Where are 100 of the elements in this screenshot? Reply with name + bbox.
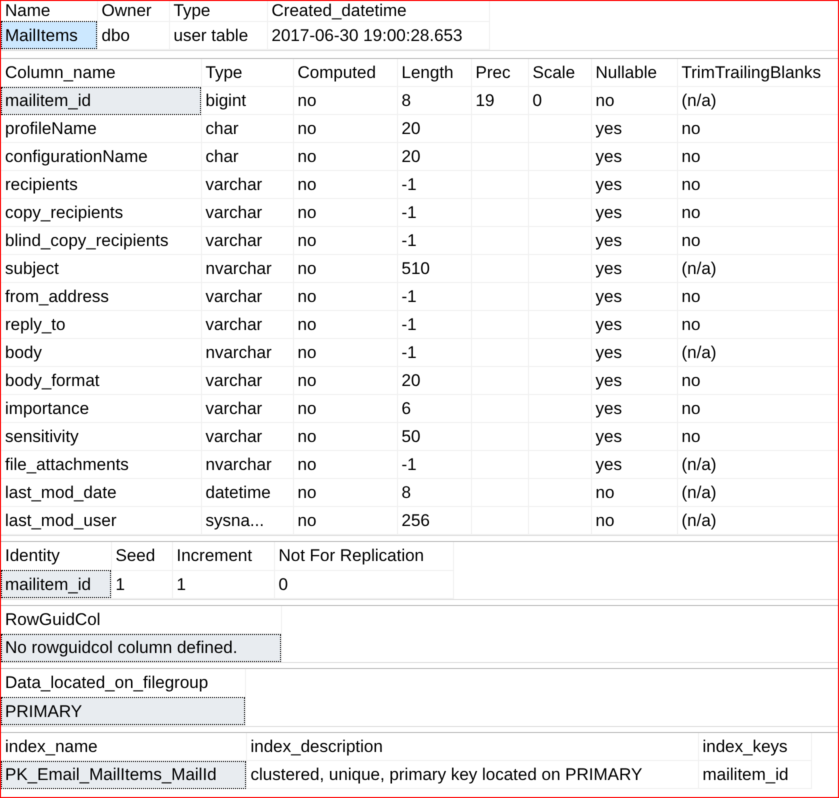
table-cell[interactable]: varchar (201, 198, 293, 226)
table-cell[interactable]: no (293, 338, 397, 366)
table-cell[interactable]: -1 (397, 170, 471, 198)
table-cell[interactable]: nvarchar (201, 450, 293, 478)
table-cell[interactable]: mailitem_id (1, 570, 111, 598)
table-cell[interactable]: varchar (201, 366, 293, 394)
table-cell[interactable]: yes (591, 310, 677, 338)
table-cell[interactable]: copy_recipients (1, 198, 201, 226)
table-cell[interactable]: yes (591, 170, 677, 198)
table-cell[interactable]: bigint (201, 86, 293, 114)
table-cell[interactable]: no (293, 142, 397, 170)
pane-splitter[interactable] (1, 50, 838, 58)
table-cell[interactable]: yes (591, 254, 677, 282)
table-cell[interactable]: no (293, 478, 397, 506)
table-cell[interactable]: no (293, 114, 397, 142)
table-cell[interactable]: configurationName (1, 142, 201, 170)
table-cell[interactable]: reply_to (1, 310, 201, 338)
table-cell[interactable]: no (591, 478, 677, 506)
table-cell[interactable]: no (677, 310, 838, 338)
table-cell[interactable]: yes (591, 394, 677, 422)
table-cell[interactable]: No rowguidcol column defined. (1, 634, 281, 662)
table-cell[interactable]: last_mod_date (1, 478, 201, 506)
table-cell[interactable]: importance (1, 394, 201, 422)
table-cell[interactable]: no (677, 394, 838, 422)
table-cell[interactable]: varchar (201, 310, 293, 338)
table-cell[interactable]: clustered, unique, primary key located on PRIMARY (246, 760, 698, 788)
table-cell[interactable]: profileName (1, 114, 201, 142)
table-cell[interactable]: 0 (274, 570, 453, 598)
table-cell[interactable]: 8 (397, 478, 471, 506)
pane-splitter[interactable] (1, 726, 838, 732)
table-cell[interactable]: (n/a) (677, 478, 838, 506)
table-cell[interactable]: yes (591, 142, 677, 170)
table-cell[interactable]: 20 (397, 114, 471, 142)
table-cell[interactable]: (n/a) (677, 338, 838, 366)
table-cell[interactable]: no (677, 170, 838, 198)
table-cell[interactable]: 510 (397, 254, 471, 282)
table-cell[interactable]: no (293, 394, 397, 422)
table-cell[interactable]: yes (591, 282, 677, 310)
table-cell[interactable]: yes (591, 450, 677, 478)
table-cell[interactable]: from_address (1, 282, 201, 310)
table-cell[interactable]: yes (591, 114, 677, 142)
table-cell[interactable]: yes (591, 198, 677, 226)
table-cell[interactable]: char (201, 114, 293, 142)
table-cell[interactable]: no (293, 422, 397, 450)
table-cell[interactable]: yes (591, 338, 677, 366)
table-cell[interactable]: no (293, 170, 397, 198)
pane-splitter[interactable] (1, 598, 838, 606)
table-cell[interactable]: PK_Email_MailItems_MailId (1, 760, 246, 788)
table-cell[interactable]: PRIMARY (1, 697, 245, 725)
table-cell[interactable]: body_format (1, 366, 201, 394)
table-cell[interactable]: 20 (397, 142, 471, 170)
table-cell[interactable]: nvarchar (201, 338, 293, 366)
table-cell[interactable]: 1 (172, 570, 274, 598)
table-cell[interactable]: varchar (201, 394, 293, 422)
table-cell[interactable]: -1 (397, 338, 471, 366)
table-cell[interactable]: no (293, 198, 397, 226)
table-cell[interactable]: recipients (1, 170, 201, 198)
table-cell[interactable]: 19 (471, 86, 528, 114)
table-cell[interactable]: 20 (397, 366, 471, 394)
table-cell[interactable]: user table (169, 21, 267, 49)
table-cell[interactable]: MailItems (1, 21, 97, 49)
table-cell[interactable]: no (677, 114, 838, 142)
table-cell[interactable]: body (1, 338, 201, 366)
table-cell[interactable]: no (677, 226, 838, 254)
table-cell[interactable]: subject (1, 254, 201, 282)
table-cell[interactable]: varchar (201, 170, 293, 198)
table-cell[interactable]: yes (591, 366, 677, 394)
table-cell[interactable]: yes (591, 422, 677, 450)
table-cell[interactable]: mailitem_id (1, 86, 201, 114)
table-cell[interactable]: no (677, 198, 838, 226)
table-cell[interactable]: varchar (201, 282, 293, 310)
table-cell[interactable]: -1 (397, 226, 471, 254)
table-cell[interactable]: (n/a) (677, 86, 838, 114)
table-cell[interactable]: no (293, 254, 397, 282)
table-cell[interactable]: yes (591, 226, 677, 254)
pane-splitter[interactable] (1, 662, 838, 669)
table-cell[interactable]: no (677, 142, 838, 170)
table-cell[interactable]: -1 (397, 282, 471, 310)
table-cell[interactable]: char (201, 142, 293, 170)
table-cell[interactable]: no (293, 86, 397, 114)
table-cell[interactable]: file_attachments (1, 450, 201, 478)
table-cell[interactable]: -1 (397, 310, 471, 338)
table-cell[interactable]: nvarchar (201, 254, 293, 282)
table-cell[interactable]: varchar (201, 226, 293, 254)
table-cell[interactable]: 2017-06-30 19:00:28.653 (267, 21, 489, 49)
table-cell[interactable]: -1 (397, 450, 471, 478)
table-cell[interactable]: mailitem_id (698, 760, 811, 788)
table-cell[interactable]: -1 (397, 198, 471, 226)
table-cell[interactable]: 0 (528, 86, 591, 114)
table-cell[interactable]: no (591, 86, 677, 114)
pane-splitter[interactable] (1, 535, 838, 542)
table-cell[interactable]: no (677, 422, 838, 450)
table-cell[interactable]: varchar (201, 422, 293, 450)
table-cell[interactable]: (n/a) (677, 450, 838, 478)
table-cell[interactable]: no (677, 282, 838, 310)
table-cell[interactable]: no (293, 450, 397, 478)
table-cell[interactable]: sensitivity (1, 422, 201, 450)
table-cell[interactable]: 8 (397, 86, 471, 114)
table-cell[interactable]: 50 (397, 422, 471, 450)
table-cell[interactable]: dbo (97, 21, 169, 49)
